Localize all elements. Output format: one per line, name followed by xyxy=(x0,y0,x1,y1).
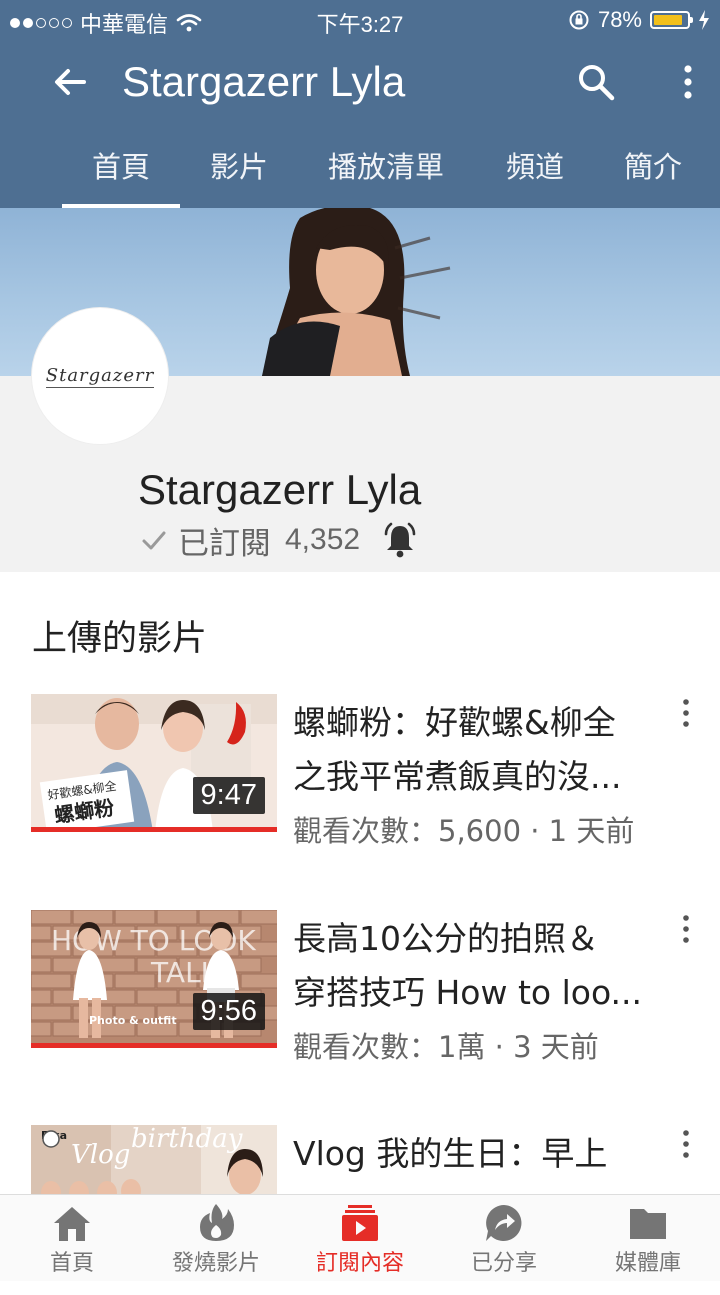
nav-subscriptions[interactable]: 訂閱內容 xyxy=(288,1195,432,1281)
status-right: 78% xyxy=(568,7,710,33)
uploads-section-title: 上傳的影片 xyxy=(32,619,208,659)
watch-progress-bar xyxy=(31,1043,277,1048)
subscribed-button[interactable]: 已訂閱 xyxy=(178,518,271,563)
folder-icon xyxy=(630,1209,666,1239)
nav-label: 已分享 xyxy=(470,1251,537,1276)
subscriber-count: 4,352 xyxy=(285,523,361,556)
video-meta: 觀看次數：5,600 · 1 天前 xyxy=(293,814,635,848)
battery-percent: 78% xyxy=(597,7,642,32)
app-bar: Stargazerr Lyla 首頁 影片 播放清單 頻道 簡介 xyxy=(0,40,720,208)
shared-icon xyxy=(486,1205,522,1241)
nav-label: 發燒影片 xyxy=(171,1251,260,1276)
video-title[interactable]: 螺螄粉：好歡螺&柳全 之我平常煮飯真的沒... xyxy=(293,696,673,804)
video-more-icon[interactable] xyxy=(678,698,694,728)
back-arrow-icon[interactable] xyxy=(48,60,92,104)
page-title: Stargazerr Lyla xyxy=(122,58,406,105)
video-list-item[interactable]: HOW TO LOOK TALL Photo & outfit 9:56 長高1… xyxy=(0,910,720,1080)
tab-videos[interactable]: 影片 xyxy=(196,144,282,186)
nav-shared[interactable]: 已分享 xyxy=(432,1195,576,1281)
thumb-caption: birthday xyxy=(131,1125,243,1154)
video-title[interactable]: 長高10公分的拍照＆ 穿搭技巧 How to loo... xyxy=(293,912,673,1020)
tab-channels[interactable]: 頻道 xyxy=(492,144,578,186)
subscriptions-icon xyxy=(342,1205,378,1241)
thumb-caption: Photo & outfit xyxy=(89,1014,177,1027)
video-meta: 觀看次數：1萬 · 3 天前 xyxy=(293,1030,599,1064)
nav-label: 首頁 xyxy=(49,1251,94,1276)
nav-label: 媒體庫 xyxy=(614,1251,681,1276)
avatar-logo-text: Stargazerr xyxy=(45,364,155,388)
channel-avatar[interactable]: Stargazerr xyxy=(32,308,168,444)
video-title-line: Vlog 我的生日：早上 xyxy=(293,1134,608,1173)
video-duration: 9:56 xyxy=(192,993,265,1030)
nav-trending[interactable]: 發燒影片 xyxy=(144,1195,288,1281)
notification-bell-icon[interactable] xyxy=(380,520,420,560)
video-duration: 9:47 xyxy=(192,777,265,814)
flame-icon xyxy=(200,1204,234,1241)
video-title-line: 之我平常煮飯真的沒... xyxy=(293,757,622,796)
tab-home[interactable]: 首頁 xyxy=(62,144,180,186)
watch-progress-bar xyxy=(31,827,277,832)
search-icon[interactable] xyxy=(574,60,618,104)
check-icon[interactable] xyxy=(140,526,168,554)
tab-about[interactable]: 簡介 xyxy=(610,144,696,186)
battery-icon xyxy=(650,11,693,29)
video-title-line: 穿搭技巧 How to loo... xyxy=(293,973,643,1012)
more-vert-icon[interactable] xyxy=(672,62,704,102)
tab-playlists[interactable]: 播放清單 xyxy=(318,144,454,186)
status-bar: 中華電信 下午3:27 78% xyxy=(0,0,720,40)
video-thumbnail[interactable]: 好歡螺&柳全 螺螄粉 9:47 xyxy=(31,694,277,832)
charging-icon xyxy=(699,10,709,30)
video-title-line: 螺螄粉：好歡螺&柳全 xyxy=(293,703,616,742)
video-list-item[interactable]: 好歡螺&柳全 螺螄粉 9:47 螺螄粉：好歡螺&柳全 之我平常煮飯真的沒... … xyxy=(0,694,720,864)
nav-home[interactable]: 首頁 xyxy=(0,1195,144,1281)
video-more-icon[interactable] xyxy=(678,914,694,944)
video-title-line: 長高10公分的拍照＆ xyxy=(293,919,599,958)
home-icon xyxy=(54,1207,90,1241)
orientation-lock-icon xyxy=(569,10,589,30)
video-more-icon[interactable] xyxy=(678,1129,694,1159)
bottom-navigation: 首頁 發燒影片 訂閱內容 已分享 媒體庫 xyxy=(0,1194,720,1281)
video-title[interactable]: Vlog 我的生日：早上 xyxy=(293,1127,673,1181)
nav-library[interactable]: 媒體庫 xyxy=(576,1195,720,1281)
channel-name: Stargazerr Lyla xyxy=(138,466,422,513)
channel-tabs: 首頁 影片 播放清單 頻道 簡介 xyxy=(0,136,720,208)
nav-label: 訂閱內容 xyxy=(315,1251,404,1276)
thumb-caption: Vlog xyxy=(71,1140,130,1170)
subscription-row: 已訂閱 4,352 xyxy=(140,518,420,562)
video-thumbnail[interactable]: HOW TO LOOK TALL Photo & outfit 9:56 xyxy=(31,910,277,1048)
